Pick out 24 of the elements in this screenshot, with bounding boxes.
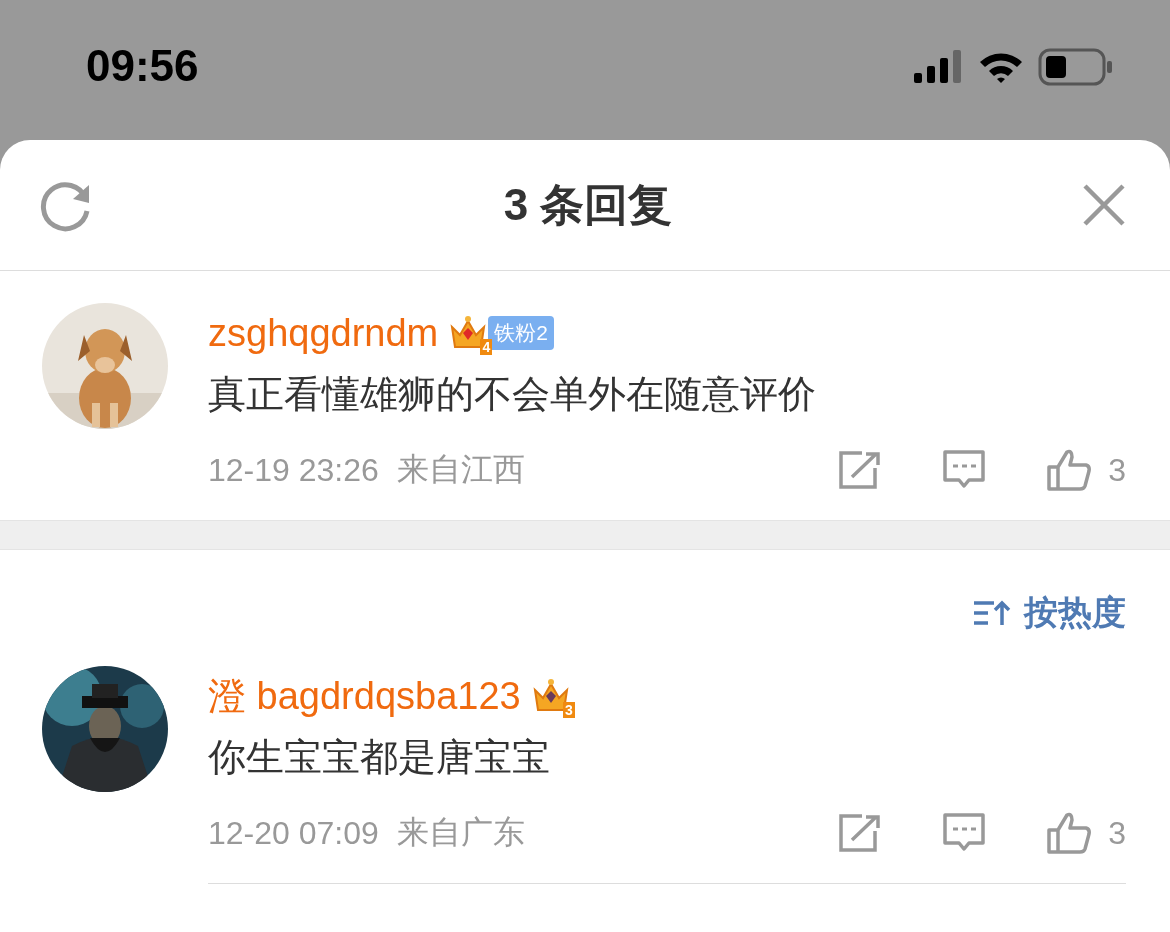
- comment-time: 12-20 07:09: [208, 814, 379, 852]
- comment-icon[interactable]: [942, 449, 987, 491]
- comment-text: 你生宝宝都是唐宝宝: [208, 735, 551, 780]
- sort-button[interactable]: 按热度: [974, 590, 1126, 636]
- close-icon[interactable]: [1082, 183, 1126, 227]
- share-icon[interactable]: [838, 813, 883, 853]
- sort-icon: [974, 599, 1012, 627]
- comment-location: 来自广东: [396, 813, 525, 852]
- wifi-icon: [978, 50, 1024, 84]
- username[interactable]: zsghqgdrndm: [208, 311, 439, 355]
- like-button[interactable]: 3: [1046, 811, 1126, 855]
- battery-icon: [1038, 48, 1114, 86]
- like-button[interactable]: 3: [1046, 448, 1126, 492]
- comment-time: 12-19 23:26: [208, 451, 379, 489]
- thumbs-up-icon: [1046, 811, 1093, 855]
- sheet-title: 3 条回复: [503, 178, 673, 231]
- status-time: 09:56: [86, 41, 199, 91]
- signal-icon: [914, 49, 964, 85]
- username[interactable]: 澄 bagdrdqsba123: [208, 670, 521, 722]
- share-icon[interactable]: [838, 450, 883, 490]
- comment-text: 真正看懂雄狮的不会单外在随意评价: [208, 372, 817, 417]
- comment-location: 来自江西: [396, 450, 525, 489]
- comment-icon[interactable]: [942, 812, 987, 854]
- thumbs-up-icon: [1046, 448, 1093, 492]
